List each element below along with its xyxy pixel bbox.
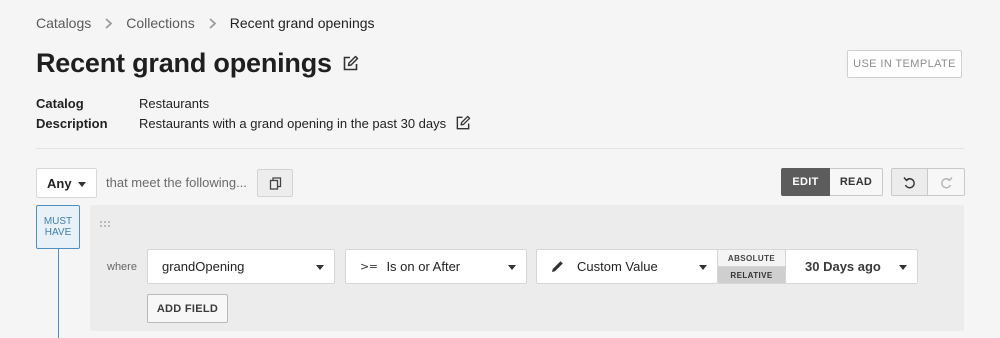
chevron-down-icon — [899, 265, 907, 270]
chevron-down-icon — [699, 265, 707, 270]
pencil-icon — [551, 260, 564, 273]
must-have-badge[interactable]: MUST HAVE — [36, 205, 80, 249]
relative-value: 30 Days ago — [805, 259, 881, 274]
absolute-mode-button[interactable]: ABSOLUTE — [718, 250, 785, 267]
copy-icon — [269, 176, 281, 190]
chevron-right-icon — [104, 17, 113, 29]
redo-icon — [940, 176, 953, 188]
drag-handle-icon[interactable] — [99, 220, 111, 228]
title-row: Recent grand openings — [36, 48, 359, 79]
undo-button[interactable] — [891, 168, 928, 196]
chevron-right-icon — [208, 17, 217, 29]
catalog-label: Catalog — [36, 95, 84, 111]
description-value: Restaurants with a grand opening in the … — [139, 115, 447, 131]
description-label: Description — [36, 115, 108, 131]
undo-icon — [903, 176, 915, 188]
value-type-value: Custom Value — [577, 259, 658, 274]
breadcrumb-current: Recent grand openings — [229, 15, 375, 31]
use-in-template-button[interactable]: USE IN TEMPLATE — [847, 50, 962, 78]
divider — [36, 148, 964, 149]
meet-following-text: that meet the following... — [106, 175, 247, 190]
breadcrumb-catalogs[interactable]: Catalogs — [36, 15, 91, 31]
date-mode-toggle: ABSOLUTE RELATIVE — [718, 249, 786, 284]
collection-meta: Catalog Restaurants Description Restaura… — [36, 93, 471, 133]
read-mode-button[interactable]: READ — [830, 168, 883, 196]
must-have-line1: MUST — [43, 216, 73, 227]
greater-equal-icon: >= — [360, 260, 378, 273]
page-title: Recent grand openings — [36, 48, 332, 78]
catalog-value: Restaurants — [139, 95, 210, 111]
value-type-select[interactable]: Custom Value — [536, 249, 718, 284]
add-field-button[interactable]: ADD FIELD — [147, 294, 228, 323]
history-controls — [891, 168, 965, 196]
edit-mode-button[interactable]: EDIT — [781, 168, 830, 196]
edit-icon[interactable] — [342, 55, 359, 72]
operator-value: Is on or After — [386, 259, 461, 274]
relative-mode-button[interactable]: RELATIVE — [718, 267, 785, 283]
catalog-row: Catalog Restaurants — [36, 93, 471, 113]
view-mode-toggle: EDIT READ — [781, 168, 883, 196]
chevron-down-icon — [78, 182, 86, 187]
group-connector-line — [58, 249, 59, 338]
chevron-down-icon — [316, 265, 324, 270]
operator-select[interactable]: >= Is on or After — [345, 249, 527, 284]
field-value: grandOpening — [162, 259, 245, 274]
match-mode-value: Any — [47, 175, 72, 191]
edit-icon[interactable] — [455, 115, 471, 131]
redo-button[interactable] — [928, 168, 965, 196]
breadcrumb-collections[interactable]: Collections — [126, 15, 194, 31]
chevron-down-icon — [508, 265, 516, 270]
copy-button[interactable] — [257, 169, 293, 197]
match-mode-select[interactable]: Any — [36, 168, 97, 198]
field-select[interactable]: grandOpening — [147, 249, 335, 284]
description-row: Description Restaurants with a grand ope… — [36, 113, 471, 133]
relative-value-select[interactable]: 30 Days ago — [786, 249, 918, 284]
breadcrumb: Catalogs Collections Recent grand openin… — [36, 15, 375, 31]
where-label: where — [107, 261, 137, 273]
must-have-line2: HAVE — [44, 227, 72, 238]
